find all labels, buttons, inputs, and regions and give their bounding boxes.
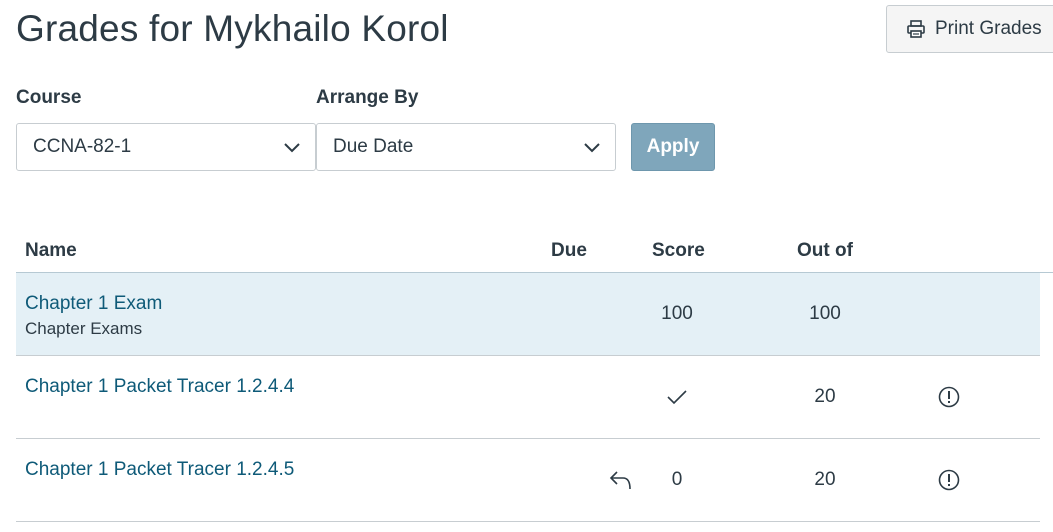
print-grades-label: Print Grades <box>935 18 1042 39</box>
out-of-value: 20 <box>814 469 836 490</box>
chevron-down-icon <box>283 139 301 157</box>
score-value: 100 <box>661 303 693 324</box>
checkmark-icon <box>666 388 688 406</box>
assignment-link[interactable]: Chapter 1 Packet Tracer 1.2.4.4 <box>25 376 294 398</box>
arrange-by-select[interactable]: Due Date <box>316 123 616 171</box>
apply-button[interactable]: Apply <box>631 123 715 171</box>
out-of-value: 20 <box>814 386 836 407</box>
assignment-group: Chapter Exams <box>25 319 143 338</box>
printer-icon <box>907 20 925 38</box>
column-header-score: Score <box>652 240 705 261</box>
table-row: Chapter 1 Exam Chapter Exams 100 100 <box>16 273 1040 356</box>
assignment-link[interactable]: Chapter 1 Packet Tracer 1.2.4.5 <box>25 459 294 481</box>
grades-table: Name Due Score Out of Chapter 1 Exam Cha… <box>16 230 1053 522</box>
assignment-link[interactable]: Chapter 1 Exam <box>25 293 162 315</box>
alert-circle-icon[interactable] <box>938 469 960 491</box>
course-select[interactable]: CCNA-82-1 <box>16 123 316 171</box>
print-grades-button[interactable]: Print Grades <box>886 5 1053 53</box>
course-select-value: CCNA-82-1 <box>33 136 132 157</box>
reply-arrow-icon[interactable] <box>609 469 633 491</box>
arrange-by-select-value: Due Date <box>333 136 414 157</box>
status-cell[interactable] <box>932 439 966 521</box>
table-row: Chapter 1 Packet Tracer 1.2.4.5 0 20 <box>16 439 1040 522</box>
column-header-due: Due <box>551 240 587 261</box>
column-header-out-of: Out of <box>797 240 853 261</box>
score-value: 0 <box>671 469 683 490</box>
course-label: Course <box>16 87 82 108</box>
table-row: Chapter 1 Packet Tracer 1.2.4.4 20 <box>16 356 1040 439</box>
reply-cell[interactable] <box>606 439 636 521</box>
table-header: Name Due Score Out of <box>16 230 1053 273</box>
chevron-down-icon <box>583 139 601 157</box>
out-of-value: 100 <box>809 303 841 324</box>
page-title: Grades for Mykhailo Korol <box>16 8 449 49</box>
score-cell <box>642 356 712 438</box>
status-cell[interactable] <box>932 356 966 438</box>
alert-circle-icon[interactable] <box>938 386 960 408</box>
arrange-by-label: Arrange By <box>316 87 419 108</box>
column-header-name: Name <box>25 240 77 261</box>
